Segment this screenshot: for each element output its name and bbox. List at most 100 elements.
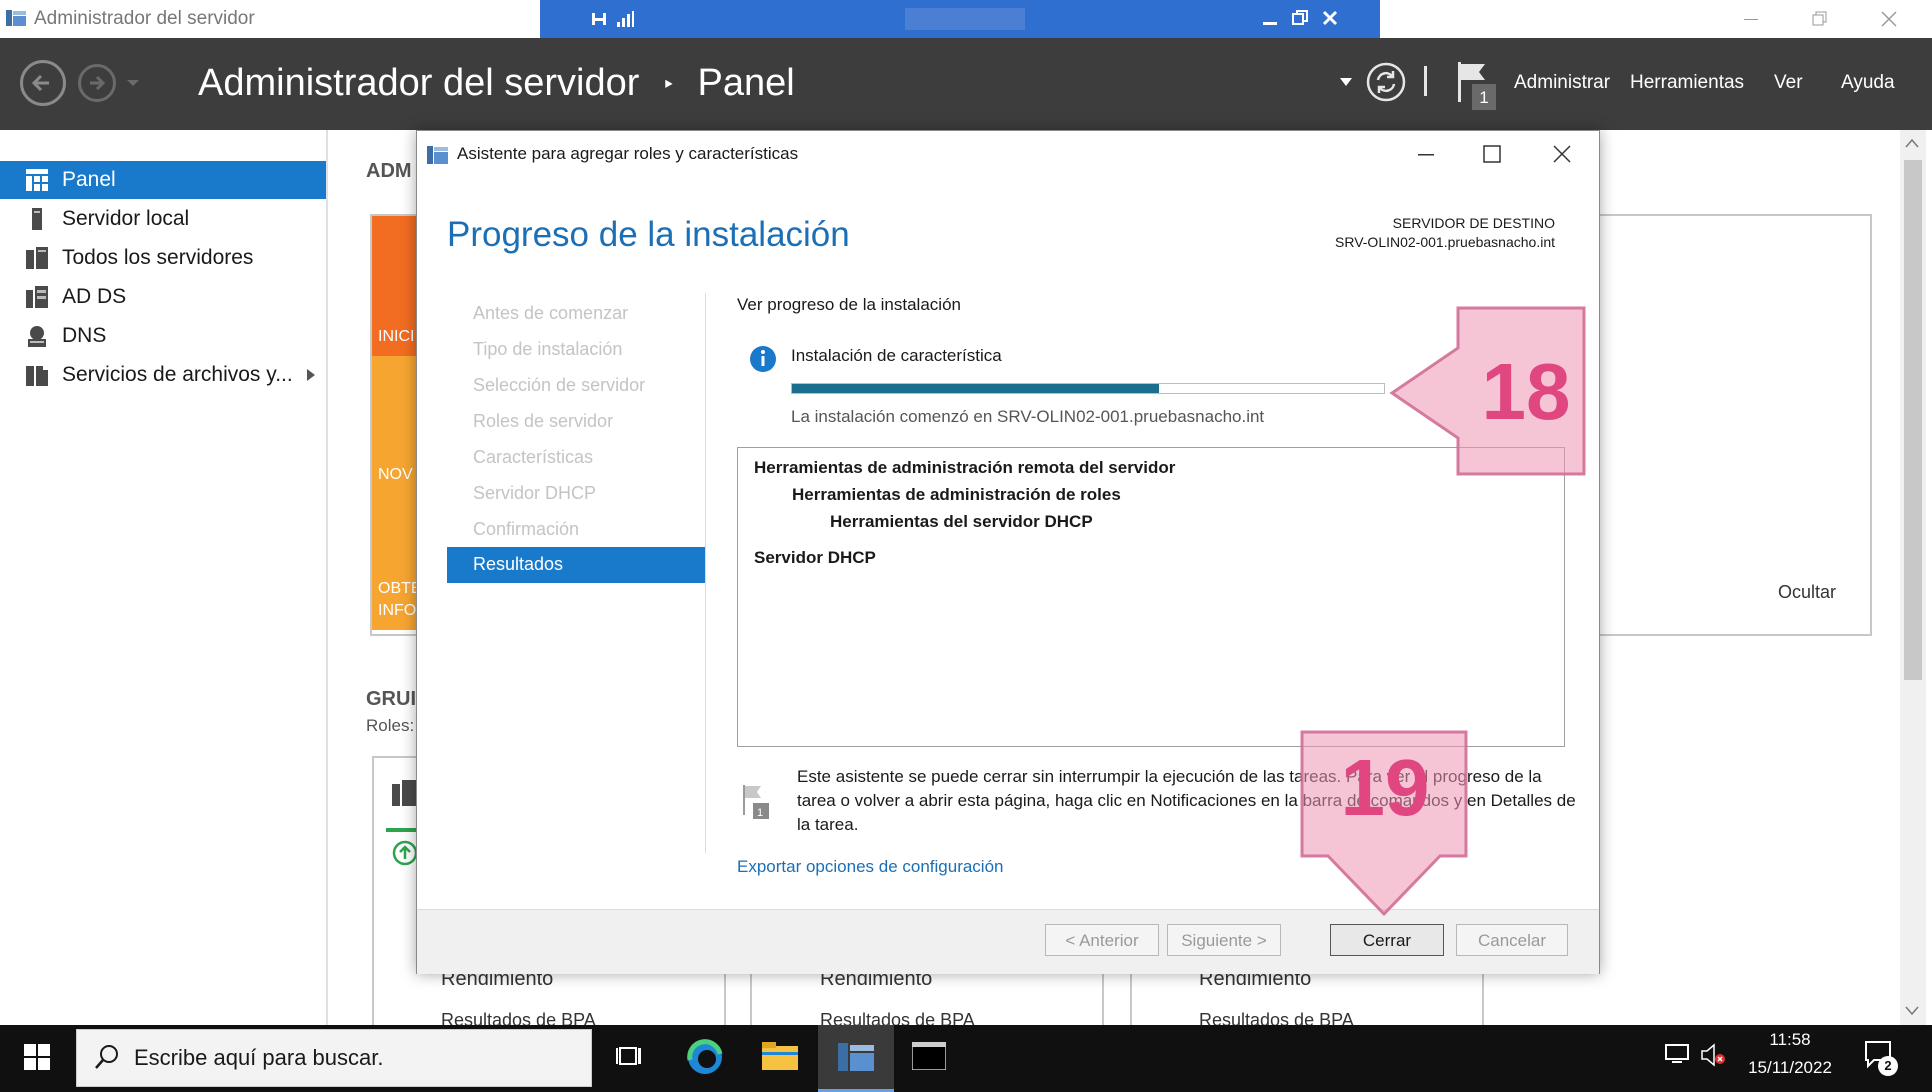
volume-muted-icon[interactable]	[1700, 1043, 1726, 1067]
scroll-thumb[interactable]	[1904, 160, 1922, 680]
menu-herramientas[interactable]: Herramientas	[1630, 72, 1744, 94]
install-status-title: Instalación de característica	[791, 346, 1002, 365]
sidebar-item-todos-servidores[interactable]: Todos los servidores	[0, 239, 326, 277]
header-dropdown-icon[interactable]	[1340, 78, 1352, 86]
hide-link[interactable]: Ocultar	[1778, 582, 1836, 603]
step-resultados[interactable]: Resultados	[447, 547, 705, 583]
scroll-down-icon[interactable]	[1905, 1006, 1919, 1016]
menu-ver[interactable]: Ver	[1774, 72, 1803, 94]
sidebar-item-servicios-archivos[interactable]: Servicios de archivos y...	[0, 356, 326, 394]
forward-button[interactable]	[78, 64, 116, 102]
step-antes-de-comenzar: Antes de comenzar	[473, 303, 629, 323]
dns-icon	[26, 325, 48, 347]
edge-browser-icon[interactable]	[686, 1038, 724, 1076]
window-maximize-icon[interactable]	[1810, 10, 1828, 28]
sidebar-item-label: DNS	[62, 324, 107, 347]
sidebar-item-ad-ds[interactable]: AD DS	[0, 278, 326, 316]
terminal-icon[interactable]	[912, 1042, 946, 1070]
dialog-maximize-icon[interactable]	[1483, 145, 1501, 163]
step-caracteristicas: Características	[473, 447, 594, 467]
sidebar-item-label: Servicios de archivos y...	[62, 363, 293, 386]
close-button[interactable]: Cerrar	[1330, 924, 1444, 956]
server-manager-icon	[6, 8, 26, 28]
result-item: Herramientas del servidor DHCP	[830, 512, 1093, 531]
notification-flag-icon: 1	[741, 783, 771, 821]
notification-count-badge: 1	[1472, 84, 1496, 110]
role-status-up-icon	[392, 840, 418, 866]
installation-progress-bar	[791, 383, 1385, 394]
dialog-title: Asistente para agregar roles y caracterí…	[457, 144, 799, 163]
taskbar-server-manager[interactable]	[818, 1025, 894, 1092]
result-item: Servidor DHCP	[754, 548, 876, 567]
signal-icon	[616, 10, 634, 28]
export-config-link[interactable]: Exportar opciones de configuración	[737, 857, 1004, 877]
sidebar-item-panel[interactable]: Panel	[0, 161, 326, 199]
cancel-button[interactable]: Cancelar	[1456, 924, 1568, 956]
expand-arrow-icon[interactable]	[306, 368, 316, 382]
file-explorer-icon[interactable]	[762, 1040, 798, 1072]
tile-label-nov: NOV	[378, 466, 413, 483]
previous-button[interactable]: < Anterior	[1045, 924, 1159, 956]
vertical-scrollbar[interactable]	[1900, 130, 1926, 1025]
step-servidor-dhcp: Servidor DHCP	[473, 483, 597, 503]
task-view-icon[interactable]	[616, 1042, 644, 1070]
sidebar-item-label: Servidor local	[62, 207, 190, 230]
destination-server-name: SRV-OLIN02-001.pruebasnacho.int	[1335, 234, 1555, 250]
windows-start-icon[interactable]	[24, 1044, 50, 1070]
remote-connection-bar[interactable]	[540, 0, 1380, 38]
search-icon	[94, 1044, 120, 1070]
result-item: Herramientas de administración remota de…	[754, 458, 1176, 477]
pin-icon[interactable]	[590, 10, 608, 28]
annotation-18-number: 18	[1481, 347, 1571, 436]
steps-divider	[705, 293, 706, 853]
history-dropdown-icon[interactable]	[126, 78, 140, 88]
scroll-up-icon[interactable]	[1905, 138, 1919, 148]
header-divider	[1424, 66, 1427, 96]
install-status-detail: La instalación comenzó en SRV-OLIN02-001…	[791, 407, 1265, 426]
window-minimize-icon[interactable]	[1742, 10, 1760, 28]
servers-icon	[26, 247, 48, 269]
rdp-minimize-icon[interactable]	[1262, 10, 1278, 26]
step-seleccion-de-servidor: Selección de servidor	[473, 375, 646, 395]
wizard-icon	[427, 143, 449, 165]
menu-ayuda[interactable]: Ayuda	[1841, 72, 1895, 94]
tile-label-inici: INICI	[378, 328, 415, 345]
dialog-minimize-icon[interactable]	[1417, 145, 1435, 163]
next-button[interactable]: Siguiente >	[1167, 924, 1281, 956]
page-title: Administrador del servidor ‣ Panel	[198, 62, 795, 105]
back-button[interactable]	[20, 60, 66, 106]
file-services-icon	[26, 364, 48, 386]
dialog-close-icon[interactable]	[1553, 145, 1571, 163]
network-icon[interactable]	[1664, 1043, 1690, 1065]
breadcrumb-separator: ‣	[661, 71, 675, 97]
wizard-heading: Progreso de la instalación	[447, 215, 850, 254]
step-roles-de-servidor: Roles de servidor	[473, 411, 614, 431]
svg-text:1: 1	[757, 807, 763, 819]
progress-fill	[792, 384, 1160, 393]
window-close-icon[interactable]	[1880, 10, 1898, 28]
notification-badge: 2	[1878, 1056, 1898, 1076]
section-title: Ver progreso de la instalación	[737, 295, 961, 314]
sidebar-item-servidor-local[interactable]: Servidor local	[0, 200, 326, 238]
sidebar-item-dns[interactable]: DNS	[0, 317, 326, 355]
sidebar-item-label: Todos los servidores	[62, 246, 254, 269]
refresh-icon[interactable]	[1366, 62, 1406, 102]
rdp-close-icon[interactable]	[1322, 10, 1338, 26]
breadcrumb-page: Panel	[697, 62, 795, 104]
results-list: Herramientas de administración remota de…	[737, 447, 1565, 747]
section-heading: ADM	[366, 160, 412, 182]
taskbar-date[interactable]: 15/11/2022	[1740, 1058, 1840, 1078]
app-titlebar: Administrador del servidor	[0, 0, 1932, 39]
menu-administrar[interactable]: Administrar	[1514, 72, 1610, 94]
window-title: Administrador del servidor	[34, 8, 255, 29]
taskbar-time[interactable]: 11:58	[1740, 1030, 1840, 1050]
server-manager-icon	[838, 1039, 874, 1073]
tile-label-info: INFO	[378, 602, 417, 619]
sidebar-item-label: AD DS	[62, 285, 127, 308]
remote-host-name	[905, 8, 1025, 30]
rdp-restore-icon[interactable]	[1292, 10, 1308, 26]
dashboard-icon	[26, 169, 48, 191]
server-icon	[26, 208, 48, 230]
result-item: Herramientas de administración de roles	[792, 485, 1121, 504]
sidebar-item-label: Panel	[62, 168, 116, 191]
